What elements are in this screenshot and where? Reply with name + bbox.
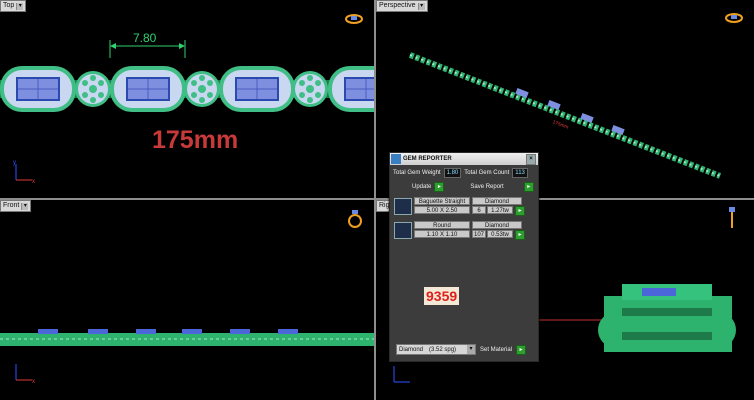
total-count-label: Total Gem Count — [464, 170, 510, 176]
dimension-label: 7.80 — [133, 31, 157, 45]
set-material-button[interactable]: ▸ — [516, 344, 527, 355]
ring-icon[interactable] — [724, 12, 744, 24]
gem-weight: 1.27tw — [487, 206, 513, 214]
svg-text:x: x — [32, 379, 35, 384]
axis-icon — [393, 366, 410, 383]
ring-icon[interactable] — [348, 208, 362, 230]
total-count-value: 113 — [512, 168, 528, 178]
svg-text:y: y — [13, 160, 16, 166]
save-report-label: Save Report — [470, 184, 504, 190]
gem-material: Diamond — [472, 221, 522, 229]
gem-row-button[interactable]: ▸ — [515, 230, 525, 240]
gem-reporter-logo-icon — [391, 154, 401, 164]
gem-shape: Round — [414, 221, 470, 229]
price-value: 9359 — [424, 287, 460, 305]
axis-icon: x y — [13, 160, 35, 184]
ring-icon[interactable] — [726, 206, 738, 230]
length-label: 175mm — [152, 126, 239, 154]
gem-count: 6 — [472, 206, 486, 214]
chevron-down-icon[interactable]: ▾ — [467, 345, 475, 354]
gem-material: Diamond — [472, 197, 522, 205]
viewport-front[interactable]: Front ▾ x — [0, 200, 374, 400]
round-gem-icon — [394, 222, 412, 239]
svg-text:x: x — [32, 179, 35, 184]
total-weight-value: 1.80 — [443, 168, 462, 178]
close-icon[interactable]: × — [526, 154, 536, 165]
gem-reporter-panel[interactable]: GEM REPORTER × Total Gem Weight 1.80 Tot… — [389, 152, 539, 362]
gem-size: 1.10 X 1.10 — [414, 230, 470, 238]
set-material-label: Set Material — [480, 346, 513, 353]
gem-weight: 0.53tw — [487, 230, 513, 238]
viewport-top[interactable]: Top ▾ 7.80 175mm x y — [0, 0, 374, 198]
save-report-button[interactable]: ▸ — [523, 182, 534, 192]
gem-row[interactable]: Baguette Straight Diamond 5.00 X 2.50 6 … — [394, 197, 534, 217]
update-button[interactable]: ▸ — [434, 182, 445, 192]
bracelet-top-render — [0, 40, 374, 113]
baguette-gem-icon — [394, 198, 412, 215]
update-label: Update — [412, 184, 432, 190]
material-select-value: Diamond — [399, 346, 424, 353]
material-sg: (3.52 spg) — [429, 346, 457, 353]
bracelet-front-render — [0, 329, 374, 346]
gem-size: 5.00 X 2.50 — [414, 206, 470, 214]
gem-row[interactable]: Round Diamond 1.10 X 1.10 107 0.53tw ▸ — [394, 221, 534, 241]
gem-row-button[interactable]: ▸ — [515, 206, 525, 216]
gem-reporter-titlebar[interactable]: GEM REPORTER × — [390, 153, 538, 165]
total-weight-label: Total Gem Weight — [393, 170, 441, 176]
gem-count: 107 — [472, 230, 486, 238]
gem-shape: Baguette Straight — [414, 197, 470, 205]
gem-reporter-title: GEM REPORTER — [403, 156, 452, 162]
material-select[interactable]: Diamond (3.52 spg) ▾ — [396, 344, 476, 355]
ring-icon[interactable] — [344, 13, 364, 25]
axis-icon: x — [15, 364, 35, 384]
gem-list: Baguette Straight Diamond 5.00 X 2.50 6 … — [394, 197, 534, 241]
